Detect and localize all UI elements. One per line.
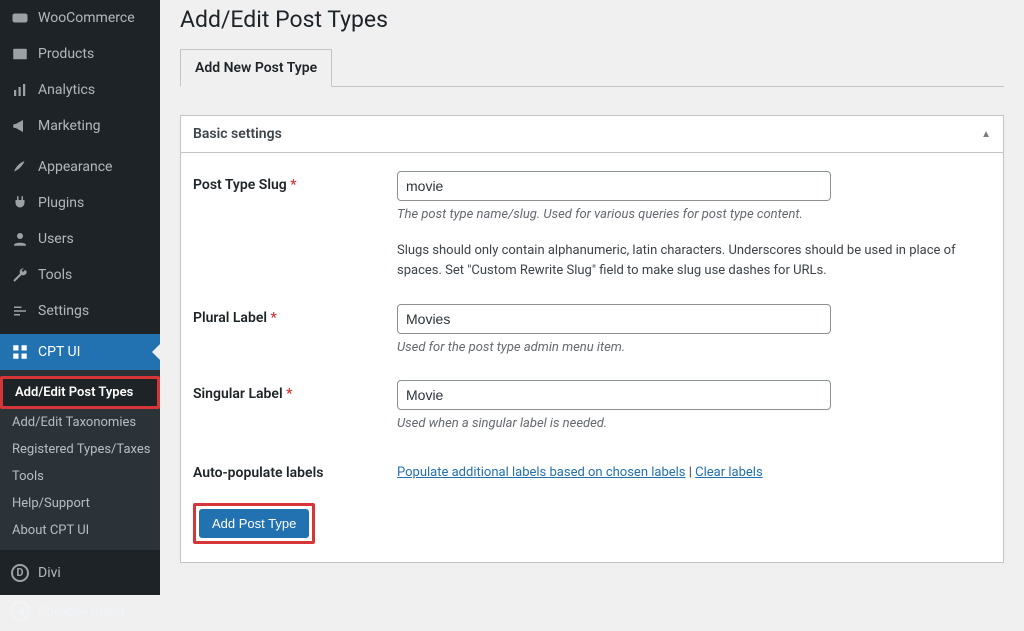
sliders-icon xyxy=(10,301,30,321)
slug-description: The post type name/slug. Used for variou… xyxy=(397,205,991,225)
post-type-slug-input[interactable] xyxy=(397,171,831,201)
panel-title: Basic settings xyxy=(193,126,282,142)
sidebar-item-appearance[interactable]: Appearance xyxy=(0,149,160,185)
panel-body: Post Type Slug * The post type name/slug… xyxy=(181,153,1003,562)
collapse-panel-icon[interactable]: ▲ xyxy=(981,129,991,140)
row-plural: Plural Label * Used for the post type ad… xyxy=(193,304,991,358)
main-content: Add/Edit Post Types Add New Post Type Ba… xyxy=(160,0,1024,595)
populate-labels-link[interactable]: Populate additional labels based on chos… xyxy=(397,465,686,480)
label-text: Auto-populate labels xyxy=(193,465,323,481)
sidebar-label: Products xyxy=(38,46,94,62)
sidebar-label: CPT UI xyxy=(38,344,80,360)
tab-add-new-post-type[interactable]: Add New Post Type xyxy=(180,49,332,87)
required-asterisk: * xyxy=(290,177,296,193)
panel-header[interactable]: Basic settings ▲ xyxy=(181,116,1003,153)
sidebar-label: Users xyxy=(38,231,74,247)
plural-label-input[interactable] xyxy=(397,304,831,334)
tabs: Add New Post Type xyxy=(180,49,1004,87)
cpt-ui-submenu: Add/Edit Post Types Add/Edit Taxonomies … xyxy=(0,370,160,550)
wrench-icon xyxy=(10,265,30,285)
sidebar-item-users[interactable]: Users xyxy=(0,221,160,257)
sidebar-label: Appearance xyxy=(38,159,112,175)
basic-settings-panel: Basic settings ▲ Post Type Slug * The po… xyxy=(180,115,1004,563)
sidebar-label: Divi xyxy=(38,565,61,581)
brush-icon xyxy=(10,157,30,177)
row-singular: Singular Label * Used when a singular la… xyxy=(193,380,991,434)
sidebar-item-settings[interactable]: Settings xyxy=(0,293,160,329)
sidebar-label: Plugins xyxy=(38,195,84,211)
sidebar-item-plugins[interactable]: Plugins xyxy=(0,185,160,221)
submit-highlight: Add Post Type xyxy=(193,503,315,544)
sidebar-label: Analytics xyxy=(38,82,95,98)
plural-label: Plural Label * xyxy=(193,304,397,326)
plural-description: Used for the post type admin menu item. xyxy=(397,338,991,358)
submenu-item-add-edit-post-types[interactable]: Add/Edit Post Types xyxy=(0,376,160,409)
sidebar-label: Settings xyxy=(38,303,89,319)
user-icon xyxy=(10,229,30,249)
collapse-label: Collapse menu xyxy=(38,604,124,619)
page-title: Add/Edit Post Types xyxy=(180,6,1004,33)
row-auto-populate: Auto-populate labels Populate additional… xyxy=(193,459,991,481)
add-post-type-button[interactable]: Add Post Type xyxy=(199,509,309,538)
slug-help-text: Slugs should only contain alphanumeric, … xyxy=(397,241,991,283)
collapse-icon: ◀ xyxy=(10,601,30,621)
submenu-item-tools[interactable]: Tools xyxy=(0,463,160,490)
sidebar-label: WooCommerce xyxy=(38,10,135,26)
sidebar-item-tools[interactable]: Tools xyxy=(0,257,160,293)
label-text: Plural Label xyxy=(193,310,267,326)
required-asterisk: * xyxy=(286,386,292,402)
megaphone-icon xyxy=(10,116,30,136)
sidebar-item-woocommerce[interactable]: WooCommerce xyxy=(0,0,160,36)
submenu-item-registered-types-taxes[interactable]: Registered Types/Taxes xyxy=(0,436,160,463)
label-text: Singular Label xyxy=(193,386,283,402)
collapse-menu-button[interactable]: ◀ Collapse menu xyxy=(0,591,160,631)
sidebar-item-analytics[interactable]: Analytics xyxy=(0,72,160,108)
divi-icon: D xyxy=(10,563,30,583)
slug-label: Post Type Slug * xyxy=(193,171,397,193)
singular-label: Singular Label * xyxy=(193,380,397,402)
submenu-item-help-support[interactable]: Help/Support xyxy=(0,490,160,517)
sidebar-item-products[interactable]: Products xyxy=(0,36,160,72)
analytics-icon xyxy=(10,80,30,100)
sidebar-item-cpt-ui[interactable]: CPT UI xyxy=(0,334,160,370)
woocommerce-icon xyxy=(10,8,30,28)
sidebar-label: Marketing xyxy=(38,118,101,134)
sidebar-item-divi[interactable]: D Divi xyxy=(0,555,160,591)
plug-icon xyxy=(10,193,30,213)
clear-labels-link[interactable]: Clear labels xyxy=(695,465,763,480)
singular-label-input[interactable] xyxy=(397,380,831,410)
auto-populate-label: Auto-populate labels xyxy=(193,459,397,481)
sidebar-item-marketing[interactable]: Marketing xyxy=(0,108,160,144)
submenu-item-about-cpt-ui[interactable]: About CPT UI xyxy=(0,517,160,544)
admin-sidebar: WooCommerce Products Analytics Marketing xyxy=(0,0,160,595)
label-text: Post Type Slug xyxy=(193,177,287,193)
submenu-item-add-edit-taxonomies[interactable]: Add/Edit Taxonomies xyxy=(0,409,160,436)
required-asterisk: * xyxy=(271,310,277,326)
singular-description: Used when a singular label is needed. xyxy=(397,414,991,434)
cpt-ui-icon xyxy=(10,342,30,362)
sidebar-label: Tools xyxy=(38,267,72,283)
row-slug: Post Type Slug * The post type name/slug… xyxy=(193,171,991,282)
products-icon xyxy=(10,44,30,64)
